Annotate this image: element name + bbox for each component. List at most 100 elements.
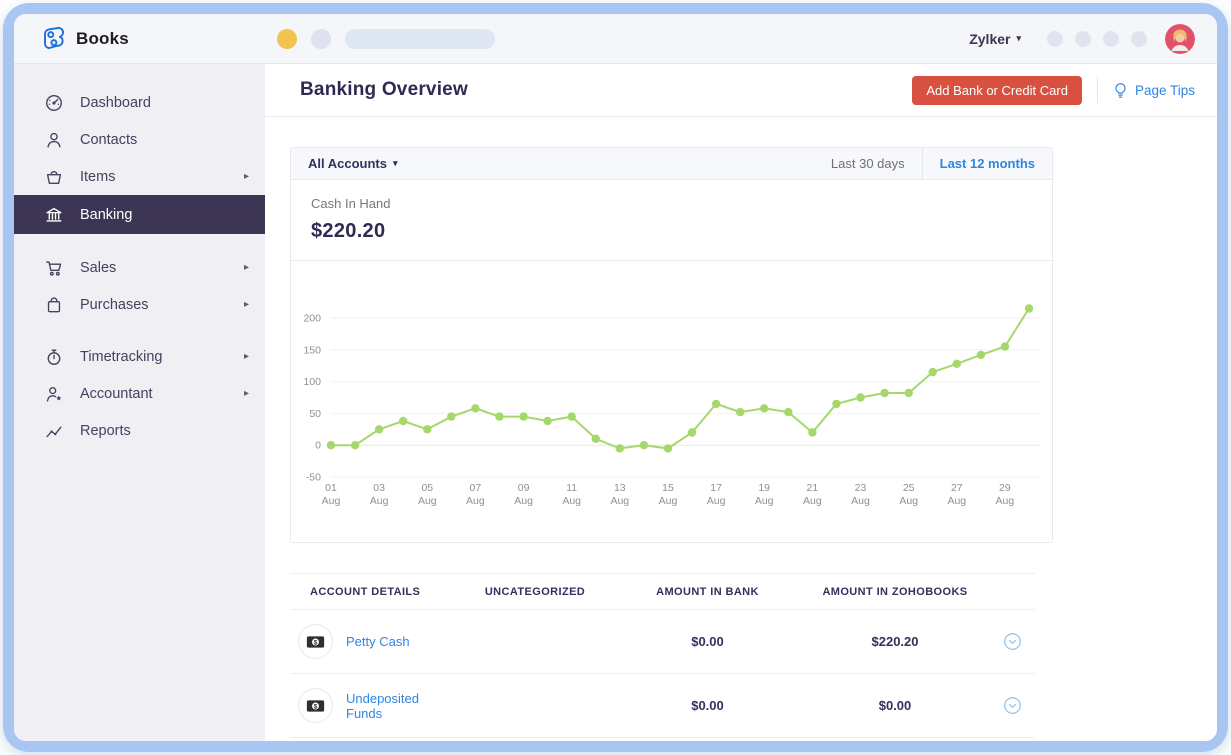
svg-text:$: $ bbox=[314, 639, 318, 646]
col-amount-in-bank: AMOUNT IN BANK bbox=[656, 586, 759, 598]
chevron-down-circle-icon bbox=[1004, 633, 1021, 650]
banking-icon bbox=[44, 205, 64, 225]
svg-text:17: 17 bbox=[710, 482, 722, 494]
svg-text:23: 23 bbox=[855, 482, 867, 494]
add-bank-button[interactable]: Add Bank or Credit Card bbox=[912, 75, 1082, 105]
books-logo-icon bbox=[44, 27, 65, 50]
row-expand-button[interactable] bbox=[990, 632, 1035, 651]
topbar-icon-placeholder-1[interactable] bbox=[1047, 30, 1063, 47]
topbar-placeholders bbox=[276, 28, 495, 49]
chevron-down-circle-icon bbox=[1004, 697, 1021, 714]
app-window: Books Zylker ▾ Dashboard Contacts Items … bbox=[14, 14, 1217, 741]
page-tips-button[interactable]: Page Tips bbox=[1113, 82, 1195, 99]
svg-text:$: $ bbox=[314, 703, 318, 710]
svg-text:21: 21 bbox=[807, 482, 819, 494]
items-icon bbox=[44, 167, 64, 187]
sidebar-item-timetracking[interactable]: Timetracking ▸ bbox=[14, 338, 265, 375]
topbar-icons bbox=[1047, 30, 1147, 47]
svg-text:15: 15 bbox=[662, 482, 674, 494]
svg-text:-50: -50 bbox=[306, 472, 321, 484]
header-actions: Add Bank or Credit Card Page Tips bbox=[912, 75, 1195, 105]
cash-in-hand-value: $220.20 bbox=[311, 220, 386, 242]
sidebar-item-purchases[interactable]: Purchases ▸ bbox=[14, 286, 265, 323]
topbar-icon-placeholder-2[interactable] bbox=[1075, 30, 1091, 47]
amount-in-zohobooks-value: $0.00 bbox=[878, 698, 912, 713]
topbar-icon-placeholder-4[interactable] bbox=[1131, 30, 1147, 47]
svg-text:Aug: Aug bbox=[562, 495, 581, 507]
range-last-30-days[interactable]: Last 30 days bbox=[814, 148, 922, 179]
svg-text:19: 19 bbox=[758, 482, 770, 494]
sales-icon bbox=[44, 258, 64, 278]
svg-text:100: 100 bbox=[303, 376, 321, 388]
chevron-down-icon: ▾ bbox=[392, 158, 398, 168]
accountant-icon bbox=[44, 384, 64, 404]
chart-filter-bar: All Accounts ▾ Last 30 days Last 12 mont… bbox=[291, 148, 1052, 180]
account-link[interactable]: Undeposited Funds bbox=[346, 691, 455, 721]
amount-in-bank-value: $0.00 bbox=[691, 634, 724, 649]
range-last-12-months[interactable]: Last 12 months bbox=[921, 148, 1052, 179]
main-panel: Banking Overview Add Bank or Credit Card… bbox=[265, 64, 1217, 741]
sidebar-item-accountant[interactable]: Accountant ▸ bbox=[14, 375, 265, 412]
svg-text:03: 03 bbox=[373, 482, 385, 494]
col-uncategorized: UNCATEGORIZED bbox=[484, 586, 586, 598]
svg-text:200: 200 bbox=[303, 313, 321, 325]
row-expand-button[interactable] bbox=[990, 696, 1035, 715]
svg-text:01: 01 bbox=[325, 482, 337, 494]
search-placeholder bbox=[344, 28, 495, 49]
user-avatar[interactable] bbox=[1165, 23, 1195, 54]
svg-text:25: 25 bbox=[903, 482, 915, 494]
sidebar-item-reports[interactable]: Reports bbox=[14, 412, 265, 449]
topbar: Books Zylker ▾ bbox=[14, 14, 1217, 64]
dashboard-icon bbox=[44, 93, 64, 113]
sidebar-item-label: Banking bbox=[80, 206, 133, 223]
divider bbox=[1096, 77, 1098, 103]
chart-container: 200 150 100 50 0 -50 01 Aug 03 Aug 05 Aug 07 Aug 09 Aug… bbox=[291, 261, 1052, 542]
svg-text:Aug: Aug bbox=[659, 495, 678, 507]
table-row: $ Undeposited Funds $0.00 $0.00 bbox=[290, 674, 1035, 738]
chevron-right-icon: ▸ bbox=[243, 262, 249, 273]
avatar-image bbox=[1165, 23, 1195, 54]
svg-text:07: 07 bbox=[470, 482, 482, 494]
sidebar-item-label: Accountant bbox=[80, 385, 153, 402]
sidebar-item-label: Contacts bbox=[80, 131, 138, 148]
app-logo: Books bbox=[40, 25, 129, 52]
cash-summary: Cash In Hand $220.20 bbox=[291, 180, 1052, 261]
topbar-icon-placeholder-3[interactable] bbox=[1103, 30, 1119, 47]
svg-text:27: 27 bbox=[951, 482, 963, 494]
svg-text:Aug: Aug bbox=[514, 495, 533, 507]
app-name: Books bbox=[76, 28, 129, 48]
overview-chart: 200150100500-5001Aug03Aug05Aug07Aug09Aug… bbox=[303, 304, 1041, 507]
sidebar-item-banking[interactable]: Banking bbox=[14, 195, 265, 234]
sidebar-item-dashboard[interactable]: Dashboard bbox=[14, 84, 265, 121]
svg-text:Aug: Aug bbox=[947, 495, 966, 507]
org-dropdown[interactable]: Zylker ▾ bbox=[969, 31, 1021, 47]
accounts-filter-dropdown[interactable]: All Accounts ▾ bbox=[308, 156, 398, 171]
svg-text:09: 09 bbox=[518, 482, 530, 494]
account-link[interactable]: Petty Cash bbox=[346, 634, 410, 649]
cash-in-hand-label: Cash In Hand bbox=[311, 196, 391, 211]
page-title: Banking Overview bbox=[300, 79, 468, 100]
svg-text:Aug: Aug bbox=[996, 495, 1015, 507]
status-dot-yellow bbox=[276, 28, 297, 49]
svg-text:Aug: Aug bbox=[322, 495, 341, 507]
sidebar-item-label: Items bbox=[80, 168, 116, 185]
content-area: All Accounts ▾ Last 30 days Last 12 mont… bbox=[265, 117, 1217, 741]
svg-text:Aug: Aug bbox=[466, 495, 485, 507]
chevron-right-icon: ▸ bbox=[243, 299, 249, 310]
accounts-filter-label: All Accounts bbox=[308, 156, 387, 171]
cash-icon: $ bbox=[298, 624, 333, 659]
sidebar-item-sales[interactable]: Sales ▸ bbox=[14, 249, 265, 286]
accounts-table: ACCOUNT DETAILS UNCATEGORIZED AMOUNT IN … bbox=[290, 573, 1035, 738]
sidebar-item-contacts[interactable]: Contacts bbox=[14, 121, 265, 158]
overview-card: All Accounts ▾ Last 30 days Last 12 mont… bbox=[290, 147, 1053, 543]
svg-text:29: 29 bbox=[999, 482, 1011, 494]
chevron-down-icon: ▾ bbox=[1016, 33, 1021, 43]
svg-text:13: 13 bbox=[614, 482, 626, 494]
svg-text:Aug: Aug bbox=[803, 495, 822, 507]
sidebar-item-items[interactable]: Items ▸ bbox=[14, 158, 265, 195]
cash-icon: $ bbox=[298, 688, 333, 723]
svg-text:Aug: Aug bbox=[610, 495, 629, 507]
table-header-row: ACCOUNT DETAILS UNCATEGORIZED AMOUNT IN … bbox=[290, 573, 1035, 610]
timetracking-icon bbox=[44, 347, 64, 367]
